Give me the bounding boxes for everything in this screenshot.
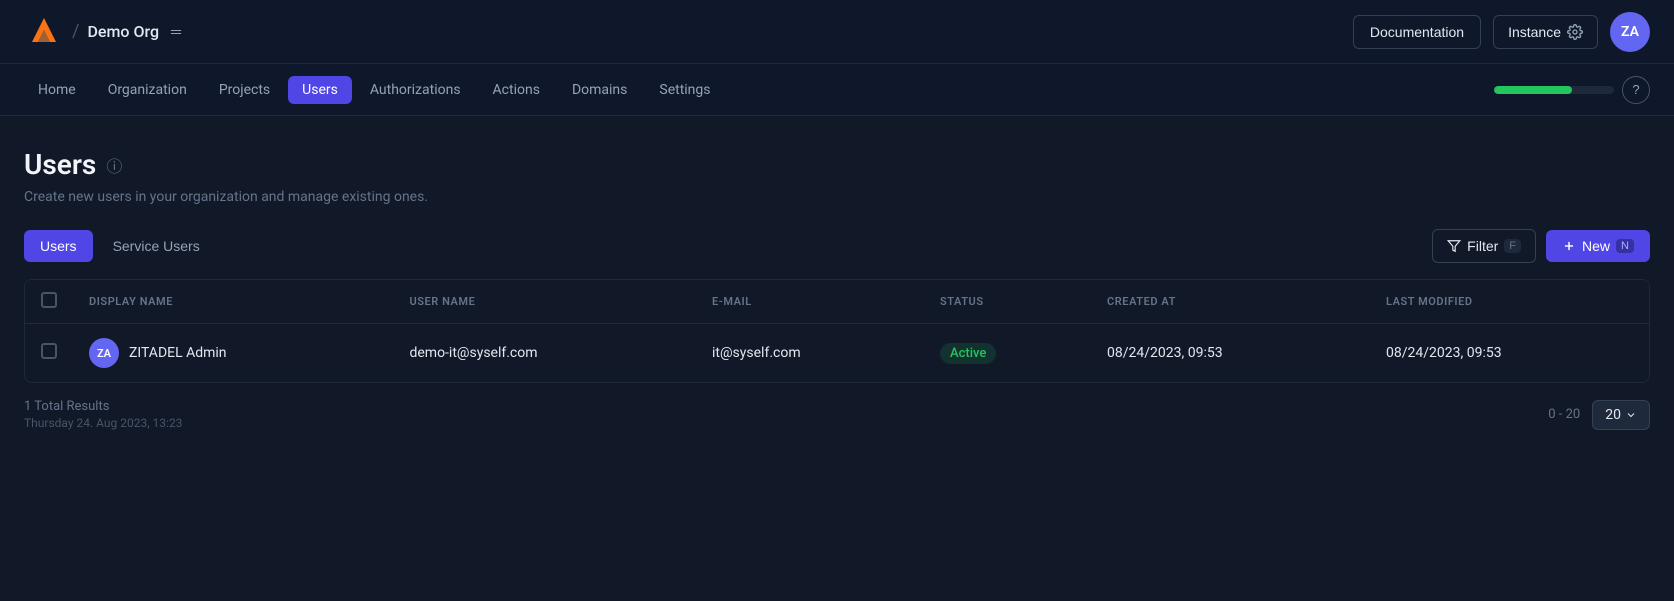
table-row[interactable]: ZA ZITADEL Admin demo-it@syself.com it@s…: [25, 324, 1649, 383]
page-subtitle: Create new users in your organization an…: [24, 189, 1650, 205]
display-name-content: ZA ZITADEL Admin: [89, 338, 377, 368]
nav-link-home[interactable]: Home: [24, 76, 90, 104]
page-title: Users: [24, 148, 96, 181]
plus-icon: [1562, 239, 1576, 253]
nav-links: Home Organization Projects Users Authori…: [24, 76, 725, 104]
sec-nav-right: ?: [1494, 76, 1650, 104]
users-table: DISPLAY NAME USER NAME E-MAIL STATUS CRE…: [25, 280, 1649, 382]
user-avatar[interactable]: ZA: [1610, 12, 1650, 52]
filter-shortcut: F: [1504, 239, 1521, 253]
total-results: 1 Total Results: [24, 399, 182, 414]
row-created-at: 08/24/2023, 09:53: [1091, 324, 1370, 383]
filter-button[interactable]: Filter F: [1432, 229, 1536, 263]
row-display-name-cell: ZA ZITADEL Admin: [73, 324, 393, 383]
nav-link-settings[interactable]: Settings: [645, 76, 724, 104]
pagination: 0 - 20 20: [1548, 400, 1650, 430]
chevron-down-icon: [1625, 409, 1637, 421]
org-name: Demo Org: [87, 22, 159, 41]
select-all-checkbox[interactable]: [41, 292, 57, 308]
results-date: Thursday 24. Aug 2023, 13:23: [24, 416, 182, 430]
nav-link-actions[interactable]: Actions: [479, 76, 554, 104]
row-checkbox[interactable]: [41, 343, 57, 359]
instance-button[interactable]: Instance: [1493, 15, 1598, 49]
results-info: 1 Total Results Thursday 24. Aug 2023, 1…: [24, 399, 182, 430]
row-avatar: ZA: [89, 338, 119, 368]
progress-bar: [1494, 86, 1614, 94]
row-status: Active: [924, 324, 1091, 383]
nav-link-projects[interactable]: Projects: [205, 76, 284, 104]
nav-link-organization[interactable]: Organization: [94, 76, 201, 104]
tab-actions: Filter F New N: [1432, 229, 1650, 263]
top-nav-right: Documentation Instance ZA: [1353, 12, 1650, 52]
secondary-nav: Home Organization Projects Users Authori…: [0, 64, 1674, 116]
col-email: E-MAIL: [696, 280, 924, 324]
main-content: Users ⓘ Create new users in your organiz…: [0, 116, 1674, 454]
logo[interactable]: [24, 10, 64, 54]
col-last-modified: LAST MODIFIED: [1370, 280, 1649, 324]
top-nav-left: / Demo Org: [24, 10, 185, 54]
per-page-select[interactable]: 20: [1592, 400, 1650, 430]
users-table-container: DISPLAY NAME USER NAME E-MAIL STATUS CRE…: [24, 279, 1650, 383]
nav-link-authorizations[interactable]: Authorizations: [356, 76, 475, 104]
tabs-row: Users Service Users Filter F New N: [24, 229, 1650, 263]
tab-users[interactable]: Users: [24, 230, 93, 262]
documentation-button[interactable]: Documentation: [1353, 15, 1481, 49]
col-created-at: CREATED AT: [1091, 280, 1370, 324]
new-shortcut: N: [1616, 239, 1634, 253]
instance-label: Instance: [1508, 24, 1561, 40]
col-display-name: DISPLAY NAME: [73, 280, 393, 324]
help-button[interactable]: ?: [1622, 76, 1650, 104]
row-email: it@syself.com: [696, 324, 924, 383]
new-button[interactable]: New N: [1546, 230, 1650, 262]
page-range: 0 - 20: [1548, 407, 1580, 422]
tabs: Users Service Users: [24, 230, 216, 262]
row-display-name: ZITADEL Admin: [129, 345, 227, 361]
row-user-name: demo-it@syself.com: [393, 324, 696, 383]
tab-service-users[interactable]: Service Users: [97, 230, 216, 262]
col-user-name: USER NAME: [393, 280, 696, 324]
top-nav: / Demo Org Documentation Instance ZA: [0, 0, 1674, 64]
col-checkbox: [25, 280, 73, 324]
org-switcher[interactable]: [167, 26, 185, 38]
status-badge: Active: [940, 343, 996, 364]
row-checkbox-cell: [25, 324, 73, 383]
breadcrumb-separator: /: [72, 21, 79, 42]
table-footer: 1 Total Results Thursday 24. Aug 2023, 1…: [24, 383, 1650, 430]
gear-icon: [1567, 24, 1583, 40]
row-last-modified: 08/24/2023, 09:53: [1370, 324, 1649, 383]
filter-icon: [1447, 239, 1461, 253]
table-header-row: DISPLAY NAME USER NAME E-MAIL STATUS CRE…: [25, 280, 1649, 324]
nav-link-domains[interactable]: Domains: [558, 76, 641, 104]
col-status: STATUS: [924, 280, 1091, 324]
page-header: Users ⓘ: [24, 148, 1650, 181]
info-icon[interactable]: ⓘ: [106, 153, 122, 177]
nav-link-users[interactable]: Users: [288, 76, 352, 104]
new-label: New: [1582, 238, 1610, 254]
progress-bar-fill: [1494, 86, 1572, 94]
per-page-value: 20: [1605, 407, 1621, 423]
filter-label: Filter: [1467, 238, 1498, 254]
